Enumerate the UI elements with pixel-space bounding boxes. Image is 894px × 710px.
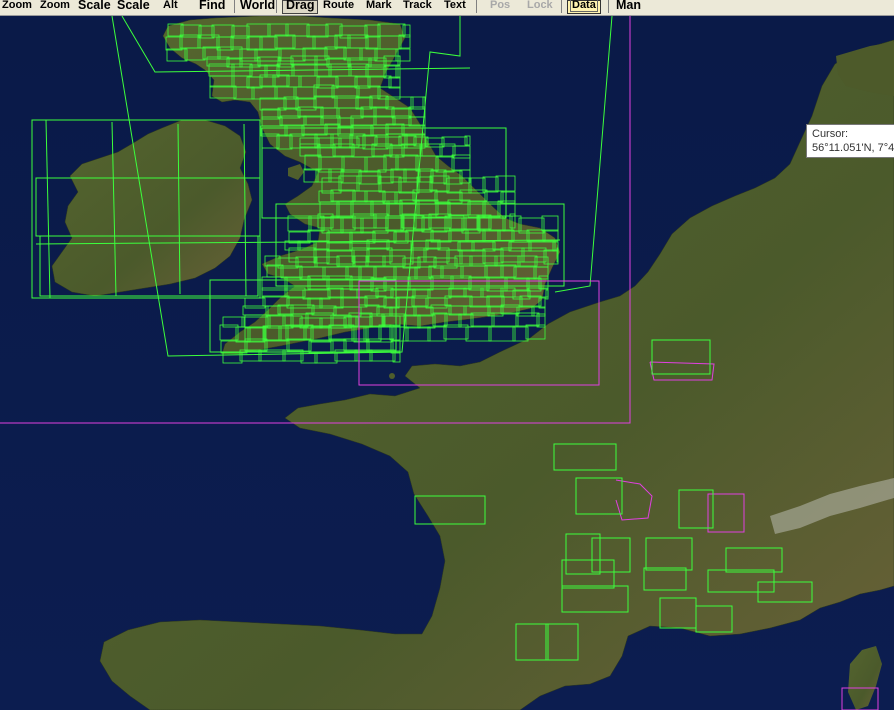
zoom-out-button[interactable]: Zoom	[39, 0, 71, 15]
toolbar: Zoom Zoom Scale Scale Alt Find World Dra…	[0, 0, 894, 16]
land-channel-islands	[389, 373, 395, 379]
lock-button[interactable]: Lock	[526, 0, 554, 15]
track-button[interactable]: Track	[402, 0, 433, 15]
alt-button[interactable]: Alt	[162, 0, 179, 15]
toolbar-separator	[234, 0, 235, 13]
chart-viewer-window: Zoom Zoom Scale Scale Alt Find World Dra…	[0, 0, 894, 710]
zoom-in-button[interactable]: Zoom	[1, 0, 33, 15]
text-button[interactable]: Text	[443, 0, 467, 15]
mark-button[interactable]: Mark	[365, 0, 393, 15]
pos-button[interactable]: Pos	[489, 0, 511, 15]
drag-button[interactable]: Drag	[282, 0, 319, 14]
data-button-label: Data	[570, 0, 598, 12]
toolbar-separator	[476, 0, 477, 13]
scale-down-button[interactable]: Scale	[116, 0, 151, 15]
find-button[interactable]: Find	[198, 0, 226, 15]
toolbar-separator	[561, 0, 562, 13]
chart-map[interactable]: Cursor: 56°11.051'N, 7°4	[0, 16, 894, 710]
scale-up-button[interactable]: Scale	[77, 0, 112, 15]
cursor-tooltip-value: 56°11.051'N, 7°4	[812, 142, 894, 154]
man-button[interactable]: Man	[615, 0, 642, 15]
toolbar-separator	[608, 0, 609, 13]
route-button[interactable]: Route	[322, 0, 355, 15]
toolbar-separator	[276, 0, 277, 13]
cursor-tooltip-label: Cursor:	[812, 128, 849, 140]
world-button[interactable]: World	[239, 0, 276, 15]
map-canvas[interactable]	[0, 16, 894, 710]
data-button[interactable]: Data	[567, 0, 601, 14]
cursor-tooltip: Cursor: 56°11.051'N, 7°4	[806, 124, 894, 158]
